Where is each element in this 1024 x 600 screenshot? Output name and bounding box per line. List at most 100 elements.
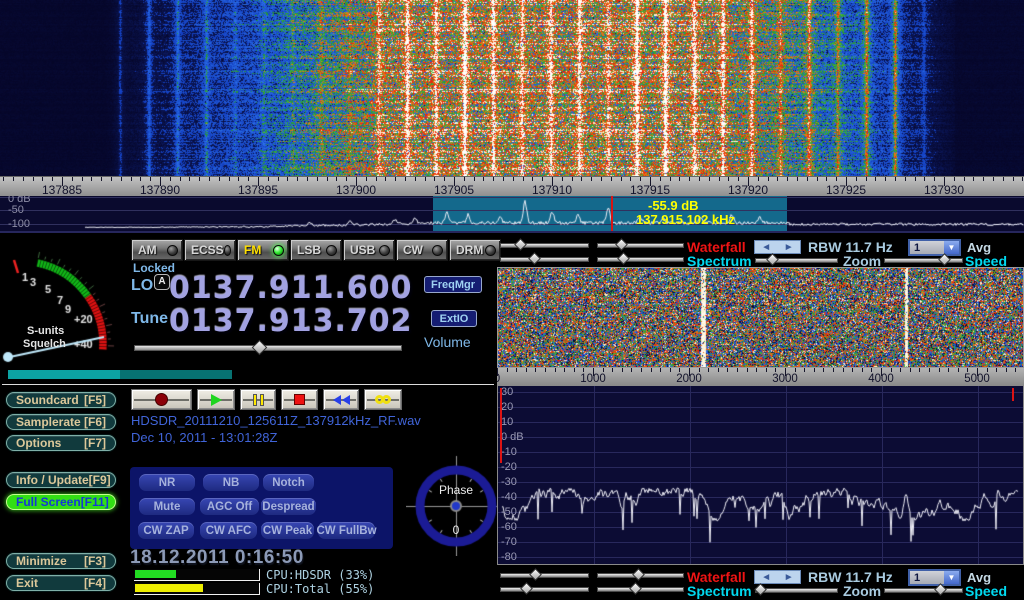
spectrum-offset-slider-thumb[interactable] [617,252,630,265]
spectrum-offset-slider[interactable] [597,585,684,595]
band-edge-marker-right [1012,388,1014,401]
nr-button[interactable]: NR [139,474,195,491]
squelch-level-bar[interactable] [8,370,232,379]
minimize-button[interactable]: Minimize[F3] [6,553,116,569]
waterfall-contrast-slider[interactable] [597,241,684,251]
speed-slider-thumb[interactable] [934,583,947,596]
mode-led-icon [485,245,496,256]
scale-tick [679,177,680,181]
waterfall-brightness-slider-thumb[interactable] [529,568,542,581]
scale-tick [572,177,573,181]
zoom-slider-thumb[interactable] [766,253,779,266]
speed-slider[interactable] [884,586,963,596]
cw-zap-button[interactable]: CW ZAP [138,522,194,539]
info-update-button[interactable]: Info / Update[F9] [6,472,116,488]
speed-slider[interactable] [884,256,963,266]
rf-frequency-scale[interactable]: 1378851378901378951379001379051379101379… [0,176,1024,196]
scale-tick [3,177,4,181]
waterfall-contrast-slider-thumb[interactable] [632,568,645,581]
rbw-spin-control[interactable]: ◄► [754,240,801,254]
spectrum-range-slider[interactable] [500,585,589,595]
scale-tick [601,177,602,181]
waterfall-contrast-slider-thumb[interactable] [615,238,628,251]
scale-tick [777,177,778,181]
soundcard-button[interactable]: Soundcard[F5] [6,392,116,408]
avg-select[interactable]: 1▼ [908,569,961,586]
volume-slider-thumb[interactable] [252,340,268,356]
dropdown-arrow-icon[interactable]: ▼ [944,571,959,584]
mode-button-fm[interactable]: FM [237,239,289,261]
loop-button[interactable] [364,389,402,410]
mode-button-cw[interactable]: CW [396,239,448,261]
scale-tick [708,368,709,372]
freqmgr-button[interactable]: FreqMgr [424,276,482,293]
agc-a-badge[interactable]: A [154,274,170,290]
spin-left-arrow-icon[interactable]: ◄ [755,571,778,583]
samplerate-button[interactable]: Samplerate[F6] [6,414,116,430]
recording-file-date: Dec 10, 2011 - 13:01:28Z [131,430,277,445]
spectrum-offset-slider-thumb[interactable] [629,582,642,595]
zoom-slider[interactable] [755,256,838,266]
rf-spectrum-display[interactable]: 0 dB -50 -100 -55.9 dB 137.915.102 kHz [0,196,1024,233]
waterfall-brightness-slider[interactable] [500,241,589,251]
spin-left-arrow-icon[interactable]: ◄ [755,241,778,253]
play-button[interactable] [197,389,235,410]
scale-tick [317,177,318,181]
audio-display-controls-bottom: Waterfall◄►RBW 11.7 Hz1▼AvgSpectrumZoomS… [497,569,1024,599]
spectrum-range-slider-thumb[interactable] [528,252,541,265]
scale-tick-label: 137930 [924,183,964,196]
scale-tick [307,177,308,181]
cw-peak-button[interactable]: CW Peak [261,522,314,539]
audio-waterfall-display[interactable] [497,267,1024,368]
extio-button[interactable]: ExtIO [431,310,477,327]
cw-fullbw-button[interactable]: CW FullBw [318,522,375,539]
scale-tick [581,177,582,181]
cw-afc-button[interactable]: CW AFC [200,522,257,539]
zoom-slider[interactable] [755,586,838,596]
scale-tick [287,177,288,181]
rewind-button[interactable] [323,389,359,410]
options-button[interactable]: Options[F7] [6,435,116,451]
scale-tick [33,177,34,181]
dropdown-arrow-icon[interactable]: ▼ [944,241,959,254]
nb-button[interactable]: NB [203,474,259,491]
speed-slider-thumb[interactable] [938,253,951,266]
scale-tick [111,177,112,181]
avg-select[interactable]: 1▼ [908,239,961,256]
pause-button[interactable] [240,389,276,410]
waterfall-brightness-slider[interactable] [500,571,589,581]
volume-slider-track[interactable] [134,345,402,351]
mode-button-drm[interactable]: DRM [449,239,501,261]
scale-tick [297,177,298,181]
spectrum-offset-slider[interactable] [597,255,684,265]
audio-frequency-scale[interactable]: 010002000300040005000 [497,368,1024,385]
rf-waterfall-display[interactable] [0,0,1024,176]
waterfall-brightness-slider-thumb[interactable] [514,238,527,251]
mode-button-usb[interactable]: USB [343,239,395,261]
mute-button[interactable]: Mute [139,498,195,515]
scale-tick [993,177,994,181]
agc-off-button[interactable]: AGC Off [200,498,259,515]
volume-slider[interactable] [134,342,402,354]
stop-button[interactable] [281,389,318,410]
lo-frequency-display[interactable]: 0137.911.600 [169,271,413,306]
db-axis-label: 10 [501,416,513,428]
mode-button-ecss[interactable]: ECSS [184,239,236,261]
zoom-slider-thumb[interactable] [754,583,767,596]
notch-button[interactable]: Notch [263,474,314,491]
spectrum-range-slider[interactable] [500,255,589,265]
rbw-spin-control[interactable]: ◄► [754,570,801,584]
record-button[interactable] [131,389,192,410]
tune-frequency-display[interactable]: 0137.913.702 [169,304,413,339]
spectrum-range-slider-thumb[interactable] [520,582,533,595]
despread-button[interactable]: Despread [261,498,316,515]
audio-spectrum-display[interactable]: 3020100 dB-10-20-30-40-50-60-70-80 [497,385,1024,565]
mode-button-lsb[interactable]: LSB [290,239,342,261]
spin-right-arrow-icon[interactable]: ► [778,241,801,253]
waterfall-contrast-slider[interactable] [597,571,684,581]
full-screen-button[interactable]: Full Screen[F11] [6,494,116,510]
spin-right-arrow-icon[interactable]: ► [778,571,801,583]
s-meter[interactable] [0,240,128,370]
exit-button[interactable]: Exit[F4] [6,575,116,591]
mode-button-am[interactable]: AM [131,239,183,261]
